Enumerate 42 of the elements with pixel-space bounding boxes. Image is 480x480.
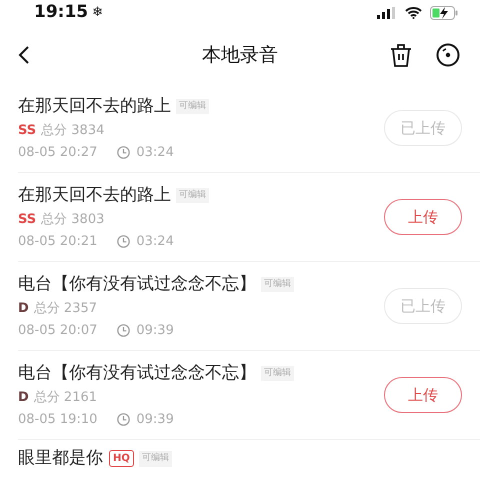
clock-time: 19:15 (34, 1, 88, 24)
date-time: 08-05 20:07 (18, 322, 98, 340)
upload-button[interactable]: 上传 (384, 377, 462, 413)
wifi-icon (405, 7, 422, 19)
upload-button[interactable]: 上传 (384, 199, 462, 235)
recording-title: 在那天回不去的路上 (18, 94, 171, 118)
date-time: 08-05 19:10 (18, 410, 98, 429)
snowflake-icon: ❄ (92, 3, 104, 23)
recording-title: 在那天回不去的路上 (18, 184, 171, 207)
editable-tag: 可编辑 (261, 276, 294, 292)
score-text: 总分 3803 (41, 211, 104, 230)
recording-title: 眼里都是你 (18, 447, 103, 470)
clock-icon (117, 324, 130, 337)
grade-label: D (18, 389, 29, 408)
duration-text: 09:39 (136, 410, 174, 429)
grade-label: D (18, 300, 29, 318)
editable-tag: 可编辑 (176, 188, 209, 204)
score-text: 总分 3834 (41, 122, 104, 140)
duration-text: 03:24 (136, 232, 174, 251)
date-time: 08-05 20:27 (18, 144, 98, 162)
grade-label: SS (18, 122, 36, 140)
battery-icon (430, 6, 458, 20)
signal-icon (377, 7, 397, 19)
score-text: 总分 2161 (34, 389, 98, 408)
editable-tag: 可编辑 (261, 366, 294, 382)
editable-tag: 可编辑 (138, 451, 172, 466)
duration-text: 09:39 (136, 322, 174, 340)
duration-text: 03:24 (136, 144, 174, 162)
clock-icon (117, 413, 130, 426)
record-disc-icon[interactable] (436, 43, 460, 67)
recording-title: 电台【你有没有试过念念不忘】 (18, 362, 256, 385)
editable-tag: 可编辑 (176, 98, 209, 114)
clock-icon (117, 235, 130, 248)
page-title: 本地录音 (202, 42, 278, 68)
back-icon[interactable] (18, 45, 30, 65)
score-text: 总分 2357 (34, 300, 98, 318)
recording-title: 电台【你有没有试过念念不忘】 (18, 272, 256, 296)
date-time: 08-05 20:21 (18, 232, 98, 251)
clock-icon (117, 146, 130, 159)
grade-label: SS (18, 211, 36, 230)
trash-icon[interactable] (390, 43, 412, 67)
quality-tag: HQ (109, 450, 134, 468)
